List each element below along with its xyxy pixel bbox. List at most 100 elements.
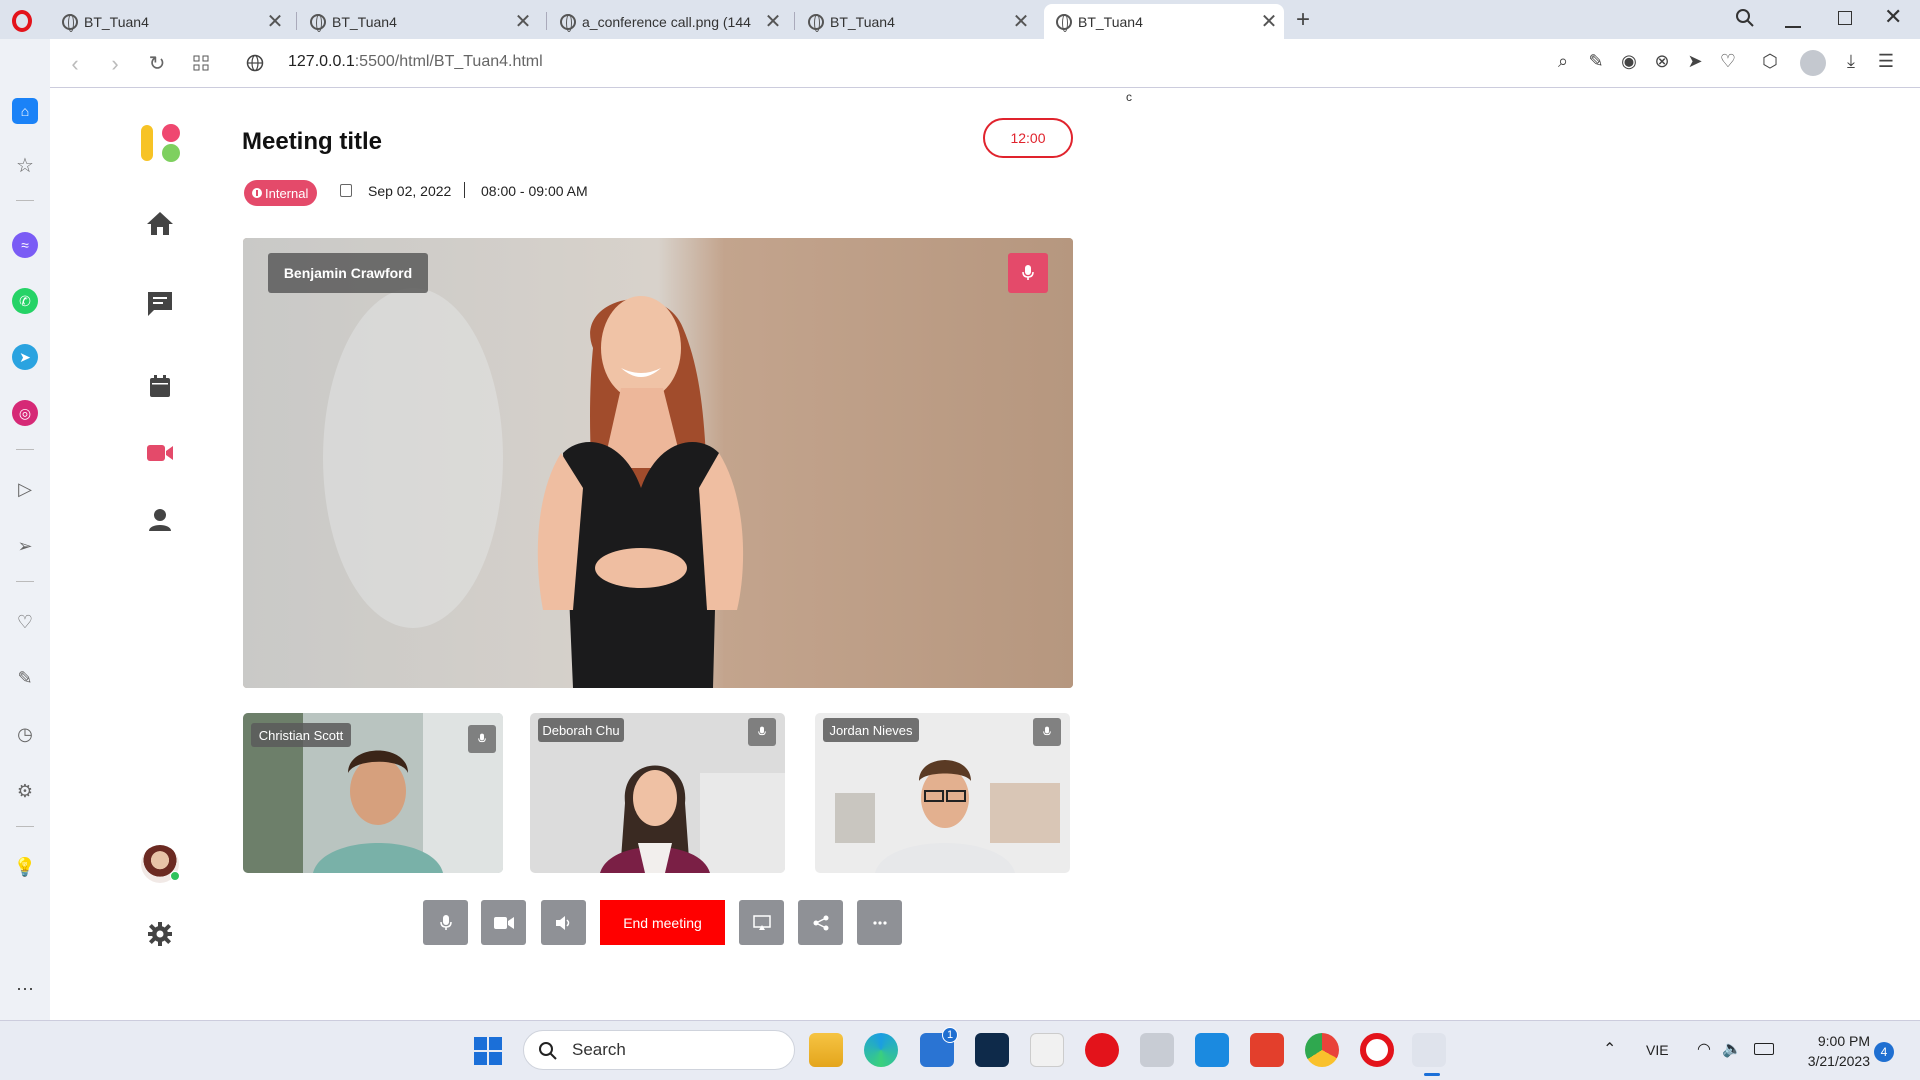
close-icon[interactable]: ✕ <box>1254 9 1284 34</box>
folder-icon[interactable] <box>1140 1033 1174 1067</box>
edge-icon[interactable] <box>864 1033 898 1067</box>
start-icon[interactable] <box>474 1037 502 1065</box>
more-options-button[interactable] <box>857 900 902 945</box>
close-icon[interactable]: ✕ <box>758 9 788 34</box>
clock-time[interactable]: 9:00 PM <box>1810 1033 1870 1049</box>
participant-name-chip: Jordan Nieves <box>823 718 919 742</box>
user-avatar[interactable] <box>141 845 180 883</box>
language-indicator[interactable]: VIE <box>1646 1042 1669 1058</box>
history-icon[interactable]: ◷ <box>12 721 38 747</box>
browser-tab[interactable]: BT_Tuan4 ✕ <box>50 4 290 39</box>
speaker-icon <box>555 915 569 930</box>
cube-icon[interactable]: ⬡ <box>1759 51 1781 73</box>
forward-icon[interactable]: › <box>102 51 128 77</box>
heart-icon[interactable]: ♡ <box>1717 51 1739 73</box>
info-icon <box>252 188 262 198</box>
participant-tile[interactable]: Christian Scott <box>243 713 503 873</box>
speaker-mic-button[interactable] <box>1008 253 1048 293</box>
heart-icon[interactable]: ♡ <box>12 609 38 635</box>
close-icon[interactable]: ✕ <box>260 9 290 34</box>
download-icon[interactable]: ⤓ <box>1840 51 1862 73</box>
end-meeting-button[interactable]: End meeting <box>600 900 725 945</box>
media-icon[interactable] <box>1085 1033 1119 1067</box>
search-tabs-icon[interactable] <box>1735 8 1755 28</box>
browser-tab[interactable]: a_conference call.png (144 ✕ <box>548 4 788 39</box>
close-window-button[interactable]: ✕ <box>1884 4 1902 30</box>
profile-avatar[interactable] <box>1800 50 1826 76</box>
browser-tab[interactable]: BT_Tuan4 ✕ <box>298 4 538 39</box>
app-logo <box>141 124 180 162</box>
opera-icon[interactable] <box>1360 1033 1394 1067</box>
store-icon[interactable]: 1 <box>920 1027 958 1067</box>
main-video[interactable]: Benjamin Crawford <box>243 238 1073 688</box>
screen-share-button[interactable] <box>739 900 784 945</box>
calendar-icon <box>340 184 352 197</box>
more-icon[interactable]: ⋯ <box>12 976 38 1002</box>
browser-tab[interactable]: BT_Tuan4 ✕ <box>796 4 1036 39</box>
chevron-up-icon[interactable]: ⌃ <box>1603 1039 1616 1059</box>
participant-mic-button[interactable] <box>748 718 776 746</box>
camera-icon[interactable]: ◉ <box>1618 51 1640 73</box>
nav-profile[interactable] <box>146 506 174 534</box>
nav-video[interactable] <box>146 439 174 467</box>
browser-tab-active[interactable]: BT_Tuan4 ✕ <box>1044 4 1284 39</box>
player-icon[interactable]: ▷ <box>12 476 38 502</box>
opera-logo-icon[interactable] <box>12 10 32 32</box>
share-button[interactable] <box>798 900 843 945</box>
tiles-icon[interactable] <box>193 55 209 71</box>
send-icon[interactable]: ➤ <box>1684 51 1706 73</box>
pinboard-icon[interactable]: ✎ <box>12 665 38 691</box>
home-icon[interactable]: ⌂ <box>12 98 38 124</box>
reload-icon[interactable]: ↻ <box>144 51 170 76</box>
whatsapp-icon[interactable]: ✆ <box>12 288 38 314</box>
windows-taskbar: Search 1 ⌃ VIE ◠ 🔈 9:00 PM 3/21/2023 4 <box>0 1020 1920 1080</box>
app-icon[interactable] <box>975 1033 1009 1067</box>
telegram-icon[interactable]: ➤ <box>12 344 38 370</box>
new-tab-button[interactable]: + <box>1296 6 1310 34</box>
participant-mic-button[interactable] <box>468 725 496 753</box>
vscode-icon[interactable] <box>1195 1033 1229 1067</box>
speaker-button[interactable] <box>541 900 586 945</box>
easy-setup-icon[interactable]: ☰ <box>1875 51 1897 73</box>
tab-title: BT_Tuan4 <box>332 13 397 30</box>
minimize-button[interactable] <box>1785 26 1801 28</box>
flow-icon[interactable]: ➢ <box>12 533 38 559</box>
mic-icon <box>1022 265 1034 280</box>
file-explorer-icon[interactable] <box>809 1033 843 1067</box>
url-field[interactable]: 127.0.0.1:5500/html/BT_Tuan4.html <box>288 53 543 71</box>
speaker-video-image <box>243 238 1073 688</box>
snipping-icon[interactable] <box>1030 1033 1064 1067</box>
snip-tool-icon[interactable] <box>1412 1033 1446 1067</box>
settings-icon[interactable]: ⚙ <box>12 778 38 804</box>
back-icon[interactable]: ‹ <box>62 51 88 77</box>
mic-icon <box>439 914 452 930</box>
messenger-icon[interactable]: ≈ <box>12 232 38 258</box>
close-icon[interactable]: ✕ <box>1006 9 1036 34</box>
battery-icon[interactable] <box>1754 1043 1774 1055</box>
nav-chat[interactable] <box>146 290 174 318</box>
camera-button[interactable] <box>481 900 526 945</box>
participant-mic-button[interactable] <box>1033 718 1061 746</box>
participant-tile[interactable]: Deborah Chu <box>530 713 785 873</box>
restore-button[interactable] <box>1838 11 1852 25</box>
participant-name-chip: Christian Scott <box>251 723 351 747</box>
chrome-icon[interactable] <box>1305 1033 1339 1067</box>
lens-search-icon[interactable]: ⌕ <box>1552 51 1574 73</box>
mic-button[interactable] <box>423 900 468 945</box>
clock-date[interactable]: 3/21/2023 <box>1790 1053 1870 1069</box>
nav-calendar[interactable] <box>146 372 174 400</box>
participant-tile[interactable]: Jordan Nieves <box>815 713 1070 873</box>
wifi-icon[interactable]: ◠ <box>1697 1039 1711 1059</box>
notification-badge[interactable]: 4 <box>1874 1042 1894 1062</box>
star-icon[interactable]: ☆ <box>12 152 38 178</box>
taskbar-search[interactable]: Search <box>523 1030 795 1070</box>
instagram-icon[interactable]: ◎ <box>12 400 38 426</box>
nav-home[interactable] <box>146 209 174 237</box>
tips-icon[interactable]: 💡 <box>12 854 38 880</box>
volume-icon[interactable]: 🔈 <box>1722 1039 1742 1059</box>
edit-icon[interactable]: ✎ <box>1585 51 1607 73</box>
block-icon[interactable]: ⊗ <box>1651 51 1673 73</box>
close-icon[interactable]: ✕ <box>508 9 538 34</box>
nav-settings[interactable] <box>146 920 174 948</box>
wps-icon[interactable] <box>1250 1033 1284 1067</box>
